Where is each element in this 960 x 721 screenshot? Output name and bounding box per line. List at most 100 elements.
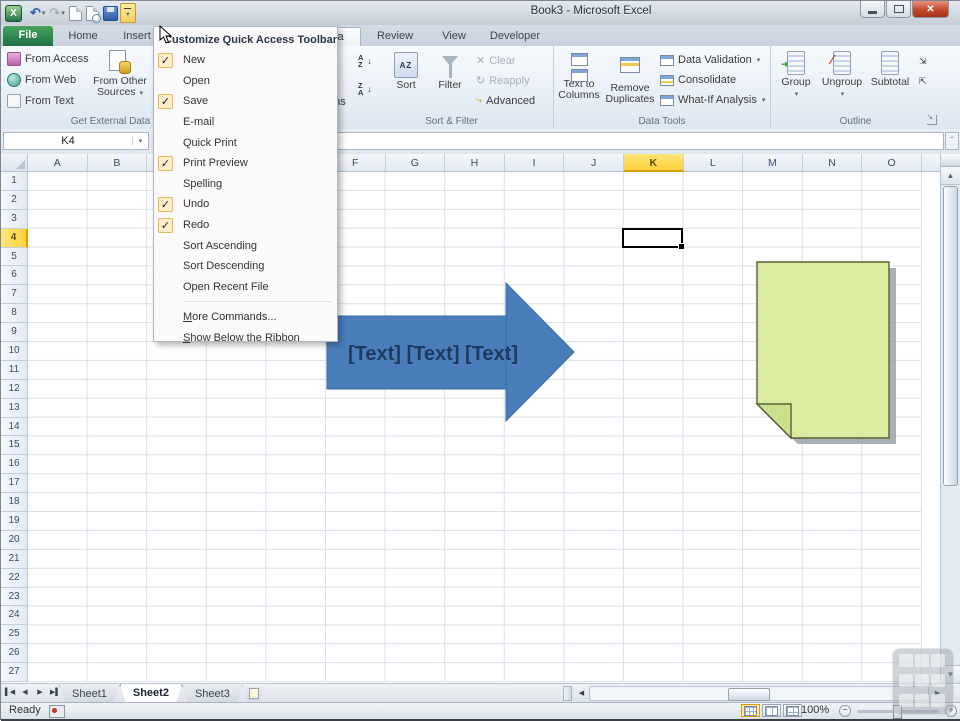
vertical-scrollbar[interactable]: ▲ ▼	[940, 154, 960, 683]
advanced-button[interactable]: ⤷ Advanced	[476, 94, 535, 107]
from-text-button[interactable]: From Text	[7, 94, 74, 108]
print-preview-button[interactable]	[84, 4, 101, 23]
row-header-18[interactable]: 18	[1, 493, 28, 513]
row-header-17[interactable]: 17	[1, 474, 28, 494]
filter-button[interactable]: Filter	[432, 52, 468, 91]
row-header-25[interactable]: 25	[1, 625, 28, 645]
row-header-3[interactable]: 3	[1, 209, 28, 229]
row-header-4[interactable]: 4	[1, 228, 28, 248]
sheet-tab-sheet3[interactable]: Sheet3	[182, 685, 243, 703]
column-header-K[interactable]: K	[623, 154, 684, 172]
hide-detail-button[interactable]: ⇱	[919, 76, 927, 87]
expand-formula-bar-icon[interactable]: ˇ	[945, 132, 959, 150]
group-button[interactable]: ➜ Group ▾	[777, 51, 815, 100]
row-header-15[interactable]: 15	[1, 436, 28, 456]
tab-home[interactable]: Home	[55, 27, 111, 46]
column-header-O[interactable]: O	[862, 154, 922, 172]
row-header-13[interactable]: 13	[1, 398, 28, 418]
customize-quick-access-toolbar-button[interactable]: ▾	[119, 3, 136, 23]
menu-item-undo[interactable]: ✓ Undo	[154, 194, 337, 215]
menu-item-more-commands[interactable]: More Commands...	[154, 307, 337, 328]
horizontal-scrollbar[interactable]	[589, 686, 929, 701]
vertical-scroll-thumb[interactable]	[943, 186, 958, 486]
active-cell-K4[interactable]	[622, 227, 685, 250]
data-validation-button[interactable]: Data Validation ▾	[660, 54, 760, 66]
menu-item-spelling[interactable]: Spelling	[154, 174, 337, 195]
excel-logo-icon[interactable]: X	[5, 4, 22, 22]
sort-descending-button[interactable]: Z A ↓	[358, 82, 372, 97]
menu-item-sort-ascending[interactable]: Sort Ascending	[154, 235, 337, 256]
insert-worksheet-button[interactable]	[243, 686, 265, 701]
menu-item-redo[interactable]: ✓ Redo	[154, 215, 337, 236]
column-header-B[interactable]: B	[87, 154, 148, 172]
menu-item-save[interactable]: ✓ Save	[154, 91, 337, 112]
row-header-16[interactable]: 16	[1, 455, 28, 475]
column-header-N[interactable]: N	[802, 154, 863, 172]
menu-item-sort-descending[interactable]: Sort Descending	[154, 256, 337, 277]
menu-item-new[interactable]: ✓ New	[154, 50, 337, 71]
row-header-23[interactable]: 23	[1, 587, 28, 607]
redo-button[interactable]: ↷ ▾	[47, 4, 66, 22]
menu-item-open[interactable]: Open	[154, 71, 337, 92]
scroll-up-icon[interactable]: ▲	[941, 167, 960, 185]
tab-split-handle[interactable]	[563, 686, 572, 701]
column-header-H[interactable]: H	[445, 154, 505, 172]
tab-developer[interactable]: Developer	[479, 27, 551, 46]
worksheet-grid[interactable]: ABCDEFGHIJKLMNO 123456789101112131415161…	[1, 154, 940, 683]
row-header-11[interactable]: 11	[1, 360, 28, 380]
from-other-sources-button[interactable]: From Other Sources ▾	[89, 50, 151, 99]
row-header-1[interactable]: 1	[1, 172, 28, 191]
menu-item-show-below-the-ribbon[interactable]: Show Below the Ribbon	[154, 328, 337, 349]
restore-button[interactable]	[886, 1, 911, 18]
row-header-20[interactable]: 20	[1, 530, 28, 550]
normal-view-button[interactable]	[741, 704, 760, 717]
first-sheet-icon[interactable]: ▌◀	[4, 686, 16, 700]
minimize-button[interactable]	[860, 1, 885, 18]
page-layout-view-button[interactable]	[762, 704, 781, 717]
sort-ascending-button[interactable]: A Z ↓	[358, 54, 372, 69]
fill-handle[interactable]	[678, 242, 685, 250]
vertical-split-handle[interactable]	[941, 154, 960, 167]
column-header-J[interactable]: J	[564, 154, 624, 172]
row-header-8[interactable]: 8	[1, 304, 28, 324]
text-to-columns-button[interactable]: Text to Columns	[558, 51, 600, 101]
next-sheet-icon[interactable]: ▶	[34, 686, 46, 700]
column-header-A[interactable]: A	[28, 154, 88, 172]
record-macro-icon[interactable]	[49, 705, 65, 718]
horizontal-scroll-thumb[interactable]	[728, 688, 770, 701]
dialog-launcher-icon[interactable]: ↘	[927, 114, 937, 125]
page-break-view-button[interactable]	[783, 704, 802, 717]
row-header-7[interactable]: 7	[1, 285, 28, 305]
column-header-G[interactable]: G	[385, 154, 446, 172]
sort-button[interactable]: AZ Sort	[388, 52, 424, 91]
menu-item-open-recent-file[interactable]: Open Recent File	[154, 277, 337, 298]
undo-button[interactable]: ↶ ▾	[28, 4, 47, 22]
reapply-button[interactable]: ↻ Reapply	[476, 74, 530, 88]
clear-button[interactable]: ✕ Clear	[476, 54, 516, 68]
row-header-14[interactable]: 14	[1, 417, 28, 437]
sheet-tab-sheet2[interactable]: Sheet2	[120, 684, 182, 703]
menu-item-print-preview[interactable]: ✓ Print Preview	[154, 153, 337, 174]
scroll-left-icon[interactable]: ◀	[575, 686, 588, 701]
column-header-I[interactable]: I	[504, 154, 565, 172]
tab-file[interactable]: File	[3, 26, 53, 46]
ungroup-button[interactable]: ∕ Ungroup ▾	[819, 51, 865, 100]
new-document-button[interactable]	[67, 4, 84, 22]
menu-item-e-mail[interactable]: E-mail	[154, 112, 337, 133]
subtotal-button[interactable]: Subtotal	[867, 51, 913, 88]
row-header-9[interactable]: 9	[1, 323, 28, 343]
row-header-24[interactable]: 24	[1, 606, 28, 626]
tab-view[interactable]: View	[429, 27, 479, 46]
sheet-tab-sheet1[interactable]: Sheet1	[59, 685, 120, 703]
row-header-26[interactable]: 26	[1, 644, 28, 664]
row-header-10[interactable]: 10	[1, 342, 28, 361]
consolidate-button[interactable]: Consolidate	[660, 74, 736, 86]
column-header-M[interactable]: M	[743, 154, 803, 172]
row-header-27[interactable]: 27	[1, 663, 28, 683]
tab-review[interactable]: Review	[365, 27, 425, 46]
from-access-button[interactable]: From Access	[7, 52, 89, 66]
row-header-19[interactable]: 19	[1, 512, 28, 531]
row-header-21[interactable]: 21	[1, 549, 28, 569]
row-header-5[interactable]: 5	[1, 247, 28, 267]
show-detail-button[interactable]: ⇲	[919, 56, 927, 67]
